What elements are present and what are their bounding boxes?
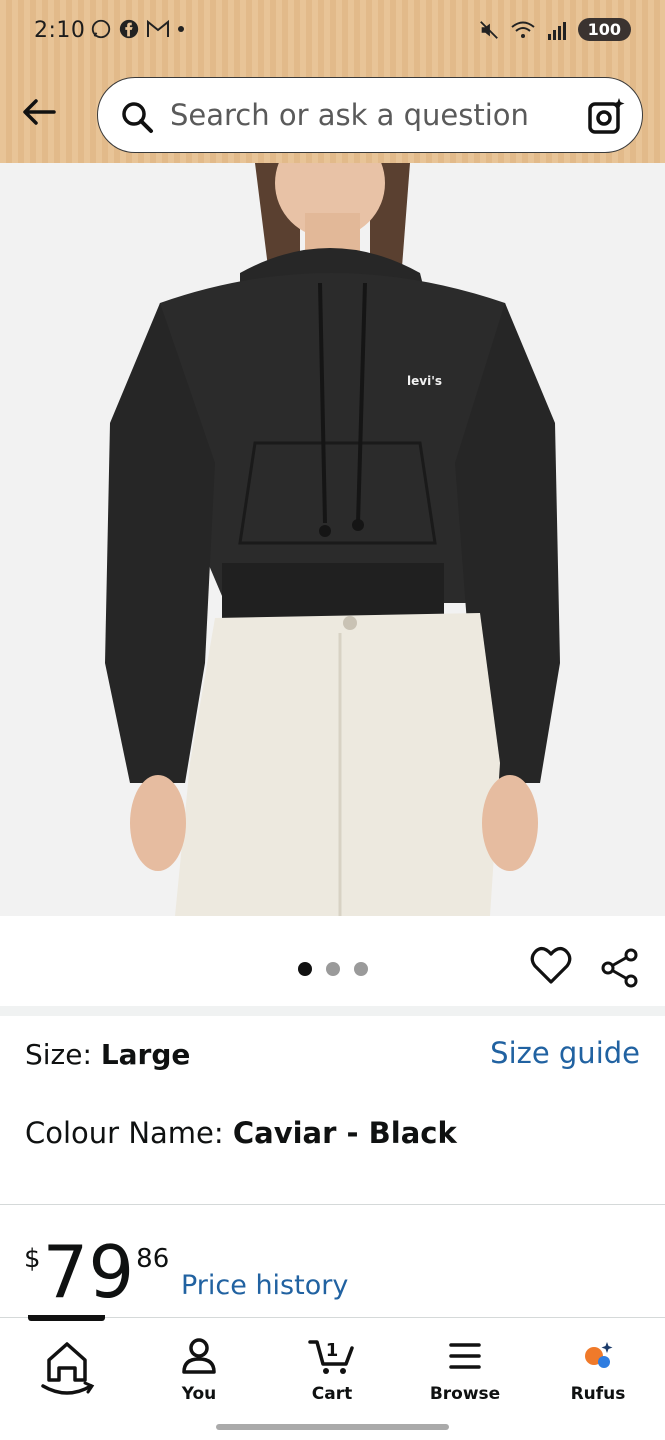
- nav-you-label: You: [181, 1384, 217, 1404]
- carousel-dot[interactable]: [354, 962, 368, 976]
- dot-icon: [178, 26, 184, 32]
- battery-indicator: 100: [577, 18, 631, 41]
- size-row: Size: Large: [25, 1038, 190, 1071]
- gmail-icon: [147, 19, 169, 37]
- cart-icon: 1: [308, 1340, 354, 1374]
- mute-icon: [479, 20, 498, 39]
- nav-browse-label: Browse: [429, 1384, 501, 1404]
- nav-you[interactable]: You: [144, 1336, 254, 1404]
- colour-label: Colour Name:: [25, 1116, 233, 1150]
- price-whole: 79: [42, 1230, 135, 1314]
- product-photo: levi's: [0, 163, 665, 916]
- person-icon: [182, 1338, 216, 1374]
- status-time: 2:10: [34, 18, 86, 43]
- whatsapp-icon: [91, 19, 111, 39]
- carousel-controls: [0, 916, 665, 1008]
- camera-search-icon[interactable]: [586, 96, 626, 136]
- section-divider: [0, 1006, 665, 1016]
- notification-icons: [90, 18, 186, 40]
- size-guide-link[interactable]: Size guide: [490, 1036, 640, 1070]
- rufus-icon: [585, 1342, 613, 1368]
- brand-logo-text: levi's: [407, 374, 442, 388]
- system-icons: 100: [478, 18, 631, 41]
- search-icon: [122, 102, 153, 133]
- price-history-link[interactable]: Price history: [181, 1270, 348, 1301]
- home-icon: [41, 1342, 95, 1395]
- search-bar[interactable]: [97, 77, 643, 153]
- facebook-icon: [119, 19, 139, 39]
- price: $ 79 86: [24, 1236, 169, 1308]
- price-fraction: 86: [136, 1244, 170, 1274]
- product-image[interactable]: levi's: [0, 163, 665, 916]
- status-bar: 2:10 100: [0, 0, 665, 64]
- header: 2:10 100: [0, 0, 665, 163]
- menu-icon: [449, 1343, 481, 1369]
- signal-icon: [547, 21, 566, 40]
- size-label: Size:: [25, 1038, 101, 1071]
- carousel-dot[interactable]: [298, 962, 312, 976]
- cart-count: 1: [326, 1340, 339, 1361]
- nav-rufus-label: Rufus: [570, 1384, 626, 1404]
- price-currency: $: [24, 1244, 41, 1274]
- nav-browse[interactable]: Browse: [410, 1336, 520, 1404]
- nav-cart[interactable]: 1 Cart: [277, 1336, 387, 1404]
- colour-value: Caviar - Black: [232, 1116, 457, 1150]
- back-arrow-icon[interactable]: [20, 92, 60, 132]
- bottom-nav: You 1 Cart Browse Rufus: [0, 1315, 665, 1440]
- nav-active-indicator: [28, 1315, 105, 1321]
- divider: [0, 1204, 665, 1205]
- carousel-dot[interactable]: [326, 962, 340, 976]
- colour-row: Colour Name: Caviar - Black: [25, 1116, 457, 1150]
- carousel-dots[interactable]: [298, 962, 368, 976]
- share-icon[interactable]: [600, 948, 640, 988]
- search-input[interactable]: [170, 92, 570, 138]
- nav-home[interactable]: [12, 1336, 122, 1406]
- nav-rufus[interactable]: Rufus: [543, 1336, 653, 1404]
- size-value: Large: [100, 1038, 191, 1071]
- wifi-icon: [510, 21, 535, 38]
- gesture-bar[interactable]: [216, 1424, 449, 1430]
- nav-cart-label: Cart: [311, 1384, 353, 1404]
- heart-icon[interactable]: [530, 946, 572, 986]
